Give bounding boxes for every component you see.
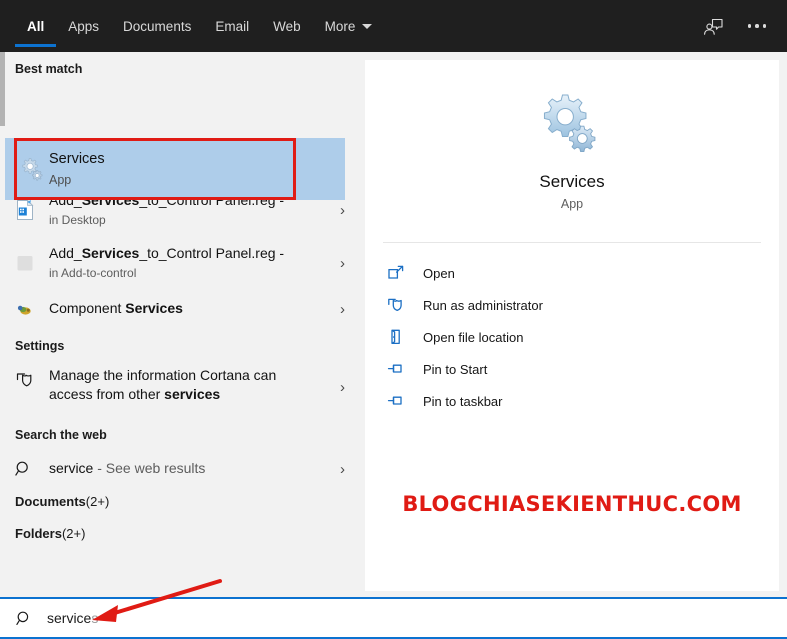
list-item-setting-1-text: Manage the information Cortana can acces… [49, 366, 329, 404]
chevron-right-icon[interactable]: › [329, 202, 345, 219]
best-match-item[interactable]: Services App [5, 138, 345, 200]
list-item-setting-1-line1: Manage the information Cortana can [49, 367, 277, 383]
list-item-app-2-title: Add_Services_to_Control Panel.reg - [49, 245, 285, 261]
best-match-subtitle: App [49, 172, 72, 187]
component-services-icon [15, 299, 49, 319]
list-item-app-3-title: Component Services [49, 300, 183, 316]
privacy-shield-icon [15, 366, 49, 390]
tab-web[interactable]: Web [261, 0, 313, 52]
list-item-app-2-subtitle: in Add-to-control [49, 266, 137, 280]
preview-actions: Open Run as administrator Open file loca… [365, 243, 779, 417]
services-gears-icon [541, 91, 603, 158]
chevron-right-icon[interactable]: › [329, 461, 345, 478]
list-item-web-1-title: service - See web results [49, 460, 206, 476]
shield-admin-icon [387, 296, 423, 314]
blank-file-icon [15, 252, 49, 274]
group-folders-label: Folders [15, 526, 62, 541]
action-pin-to-taskbar-label: Pin to taskbar [423, 393, 503, 409]
feedback-person-icon [704, 18, 723, 35]
chevron-right-icon[interactable]: › [329, 301, 345, 318]
search-input-bar[interactable]: services [0, 597, 787, 639]
action-pin-to-taskbar[interactable]: Pin to taskbar [365, 385, 779, 417]
search-filter-tabs: All Apps Documents Email Web More [15, 0, 384, 52]
folder-open-location-icon [387, 328, 423, 346]
tab-all[interactable]: All [15, 0, 57, 52]
tab-email-label: Email [215, 18, 250, 34]
preview-hero: Services App [365, 60, 779, 242]
group-documents[interactable]: Documents(2+) [15, 494, 109, 509]
chevron-right-icon[interactable]: › [329, 379, 345, 396]
action-pin-to-start[interactable]: Pin to Start [365, 353, 779, 385]
list-item-web-1[interactable]: service - See web results › [0, 452, 357, 486]
tab-active-underline [15, 44, 57, 47]
list-item-setting-1[interactable]: Manage the information Cortana can acces… [0, 362, 357, 408]
list-item-web-1-text: service - See web results [49, 460, 329, 478]
pin-icon [387, 392, 423, 410]
chevron-down-icon [362, 23, 373, 29]
settings-heading: Settings [15, 339, 65, 353]
action-run-as-administrator[interactable]: Run as administrator [365, 289, 779, 321]
group-documents-count: (2+) [85, 494, 110, 509]
search-icon [15, 460, 49, 478]
group-folders-count: (2+) [61, 526, 86, 541]
results-scrollbar[interactable] [0, 52, 5, 597]
preview-app-title: Services [539, 172, 605, 191]
tab-more[interactable]: More [313, 0, 385, 52]
search-header: All Apps Documents Email Web More [0, 0, 787, 52]
action-open-file-location[interactable]: Open file location [365, 321, 779, 353]
windows-search-overlay: All Apps Documents Email Web More Best m… [0, 0, 787, 639]
group-folders[interactable]: Folders(2+) [15, 526, 85, 541]
tab-web-label: Web [273, 18, 301, 34]
site-watermark: BLOGCHIASEKIENTHUC.COM [402, 492, 742, 516]
search-icon [16, 610, 33, 627]
results-pane: Best match Apps Add_Services_to_Control … [0, 52, 357, 597]
services-gears-icon [15, 156, 49, 182]
best-match-heading: Best match [15, 62, 83, 76]
tab-apps[interactable]: Apps [56, 0, 111, 52]
search-input[interactable]: services [47, 610, 98, 626]
results-scrollbar-thumb[interactable] [0, 52, 5, 126]
action-open[interactable]: Open [365, 257, 779, 289]
preview-card: Services App Open Run as administrator O… [365, 60, 779, 591]
tab-documents-label: Documents [123, 18, 192, 34]
group-documents-label: Documents [15, 494, 86, 509]
more-options-button[interactable] [735, 6, 779, 46]
tab-apps-label: Apps [68, 18, 100, 34]
best-match-text: Services App [49, 150, 345, 189]
action-open-label: Open [423, 265, 455, 281]
action-open-file-location-label: Open file location [423, 329, 524, 345]
list-item-app-1-subtitle: in Desktop [49, 213, 106, 227]
search-input-typed: service [47, 610, 92, 626]
list-item-app-2[interactable]: Add_Services_to_Control Panel.reg - in A… [0, 237, 357, 289]
feedback-button[interactable] [691, 6, 735, 46]
tab-documents[interactable]: Documents [111, 0, 203, 52]
search-input-autocomplete: s [91, 610, 99, 626]
list-item-app-2-text: Add_Services_to_Control Panel.reg - in A… [49, 245, 329, 281]
action-run-as-administrator-label: Run as administrator [423, 297, 543, 313]
pin-icon [387, 360, 423, 378]
tab-all-label: All [27, 18, 45, 34]
list-item-app-3-text: Component Services [49, 300, 329, 318]
tab-email[interactable]: Email [203, 0, 261, 52]
action-pin-to-start-label: Pin to Start [423, 361, 488, 377]
header-actions [691, 0, 779, 52]
ellipsis-icon [747, 24, 767, 28]
list-item-app-3[interactable]: Component Services › [0, 292, 357, 326]
tab-more-label: More [324, 18, 356, 34]
preview-app-type: App [560, 197, 584, 211]
best-match-title: Services [49, 150, 105, 167]
reg-file-icon [15, 199, 49, 221]
chevron-right-icon[interactable]: › [329, 255, 345, 272]
open-window-icon [387, 264, 423, 282]
preview-pane: Services App Open Run as administrator O… [357, 52, 787, 597]
list-item-setting-1-line2: access from other services [49, 386, 221, 402]
search-web-heading: Search the web [15, 428, 107, 442]
